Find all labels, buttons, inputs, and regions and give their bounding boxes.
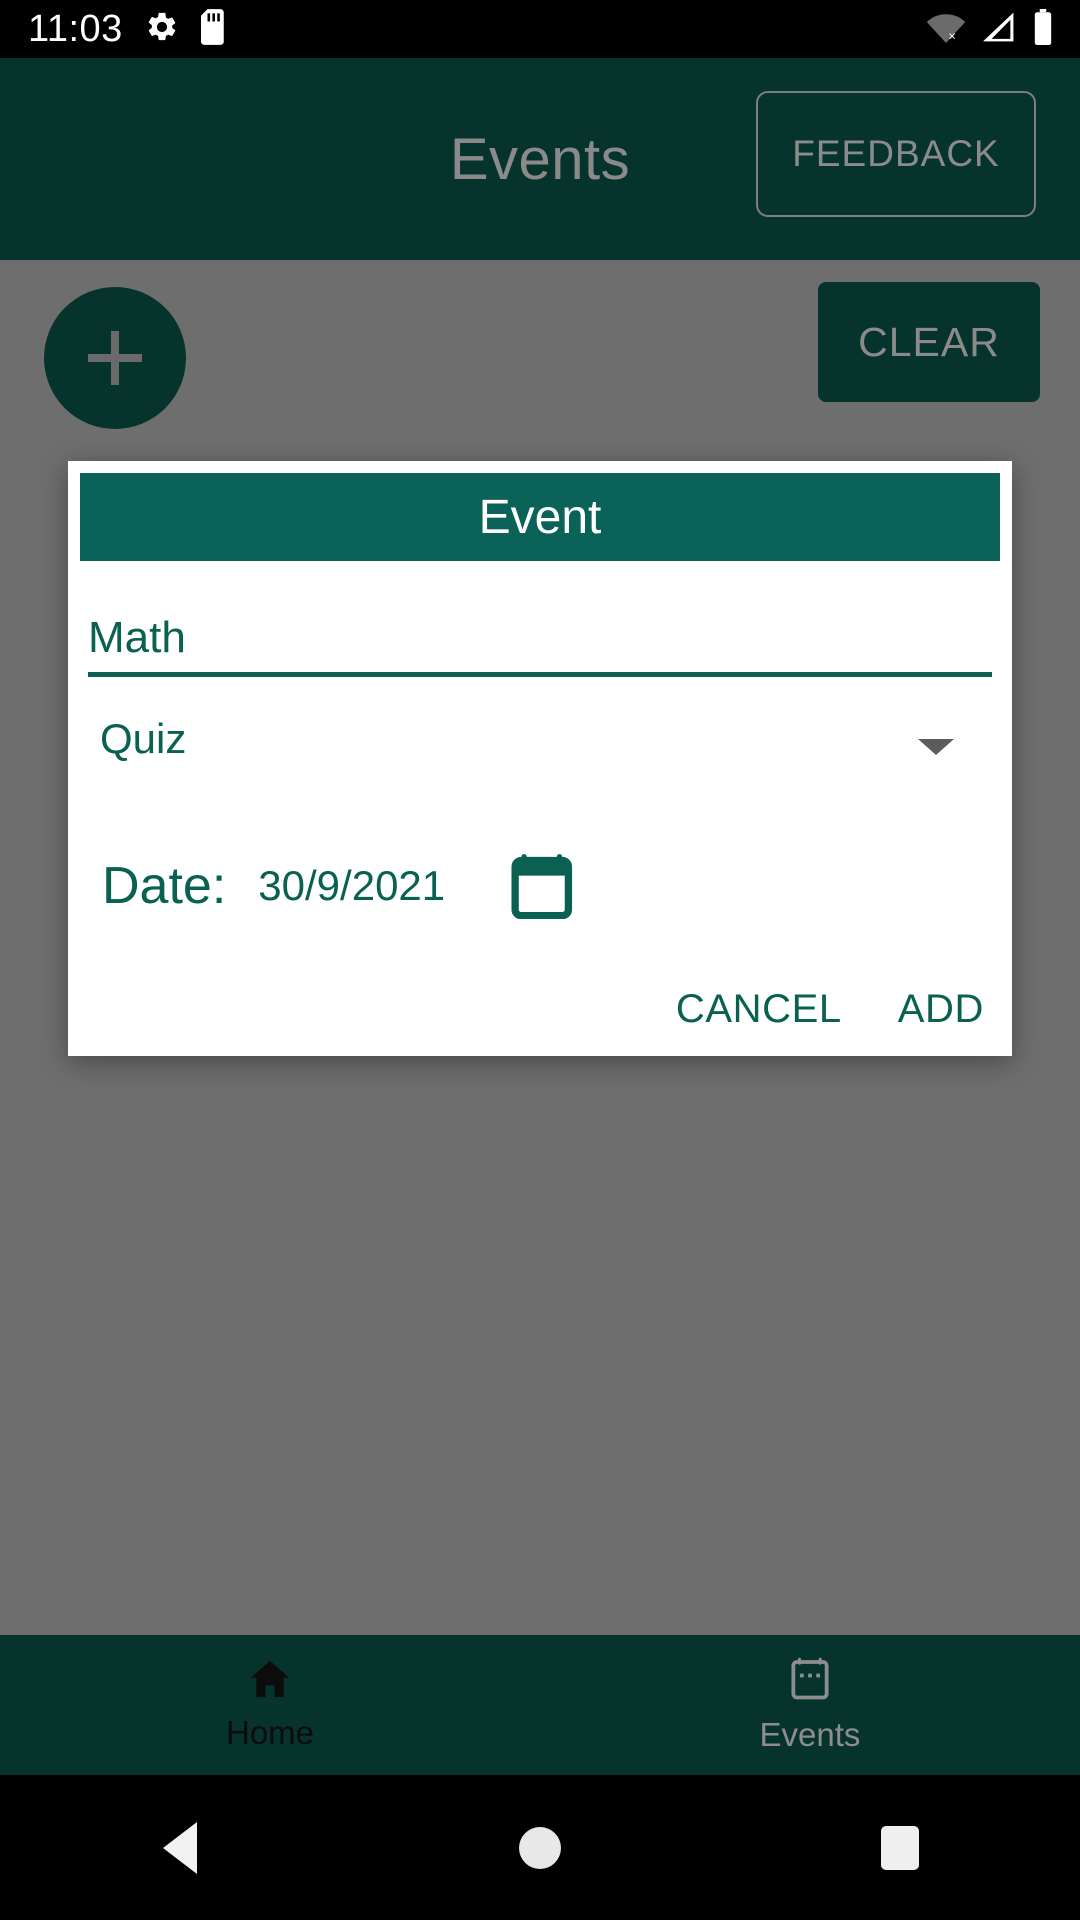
home-circle-icon — [519, 1826, 561, 1869]
sdcard-icon — [200, 8, 227, 50]
dialog-title: Event — [478, 490, 602, 544]
clear-button[interactable]: CLEAR — [818, 282, 1040, 402]
event-dialog: Event Math Quiz Date: 30/9/2021 CANCEL A… — [68, 461, 1012, 1056]
home-icon — [248, 1659, 292, 1704]
status-bar-left: 11:03 — [0, 8, 227, 51]
event-type-select[interactable]: Quiz — [88, 711, 992, 785]
event-name-value[interactable]: Math — [88, 613, 186, 663]
nav-item-events[interactable]: Events — [540, 1635, 1080, 1775]
battery-icon — [1032, 8, 1054, 50]
event-type-value[interactable]: Quiz — [100, 715, 186, 763]
app-bar: Events FEEDBACK — [0, 58, 1080, 260]
recents-square-icon — [881, 1825, 919, 1870]
phone-screen: 11:03 × Events FEEDBACK CLEAR Event Math… — [0, 0, 1080, 1920]
wifi-off-icon: × — [926, 11, 966, 48]
date-label: Date: — [102, 857, 227, 915]
feedback-button[interactable]: FEEDBACK — [756, 91, 1036, 217]
dialog-actions: CANCEL ADD — [676, 987, 984, 1032]
calendar-icon — [788, 1657, 832, 1706]
chevron-down-icon[interactable] — [918, 739, 954, 755]
gear-icon — [145, 10, 179, 49]
event-name-field[interactable]: Math — [88, 591, 992, 677]
plus-icon — [88, 331, 142, 385]
add-button[interactable]: ADD — [898, 987, 984, 1032]
event-name-underline — [88, 672, 992, 677]
nav-item-home-label: Home — [225, 1713, 315, 1751]
calendar-icon[interactable] — [511, 853, 573, 919]
signal-icon — [980, 11, 1018, 48]
system-home-button[interactable] — [360, 1826, 720, 1869]
status-clock: 11:03 — [28, 7, 123, 50]
system-recents-button[interactable] — [720, 1825, 1080, 1870]
dialog-header: Event — [80, 473, 1000, 561]
nav-item-events-label: Events — [759, 1715, 861, 1753]
add-event-fab[interactable] — [44, 287, 186, 429]
svg-text:×: × — [948, 28, 955, 42]
system-navigation-bar — [0, 1775, 1080, 1920]
status-bar: 11:03 × — [0, 0, 1080, 58]
status-bar-right: × — [926, 8, 1080, 50]
event-date-row: Date: 30/9/2021 — [88, 841, 992, 931]
system-back-button[interactable] — [0, 1821, 360, 1874]
cancel-button[interactable]: CANCEL — [676, 987, 842, 1032]
back-triangle-icon — [163, 1821, 197, 1874]
date-value: 30/9/2021 — [258, 862, 446, 909]
nav-item-home[interactable]: Home — [0, 1635, 540, 1775]
bottom-navigation: Home Events — [0, 1635, 1080, 1775]
